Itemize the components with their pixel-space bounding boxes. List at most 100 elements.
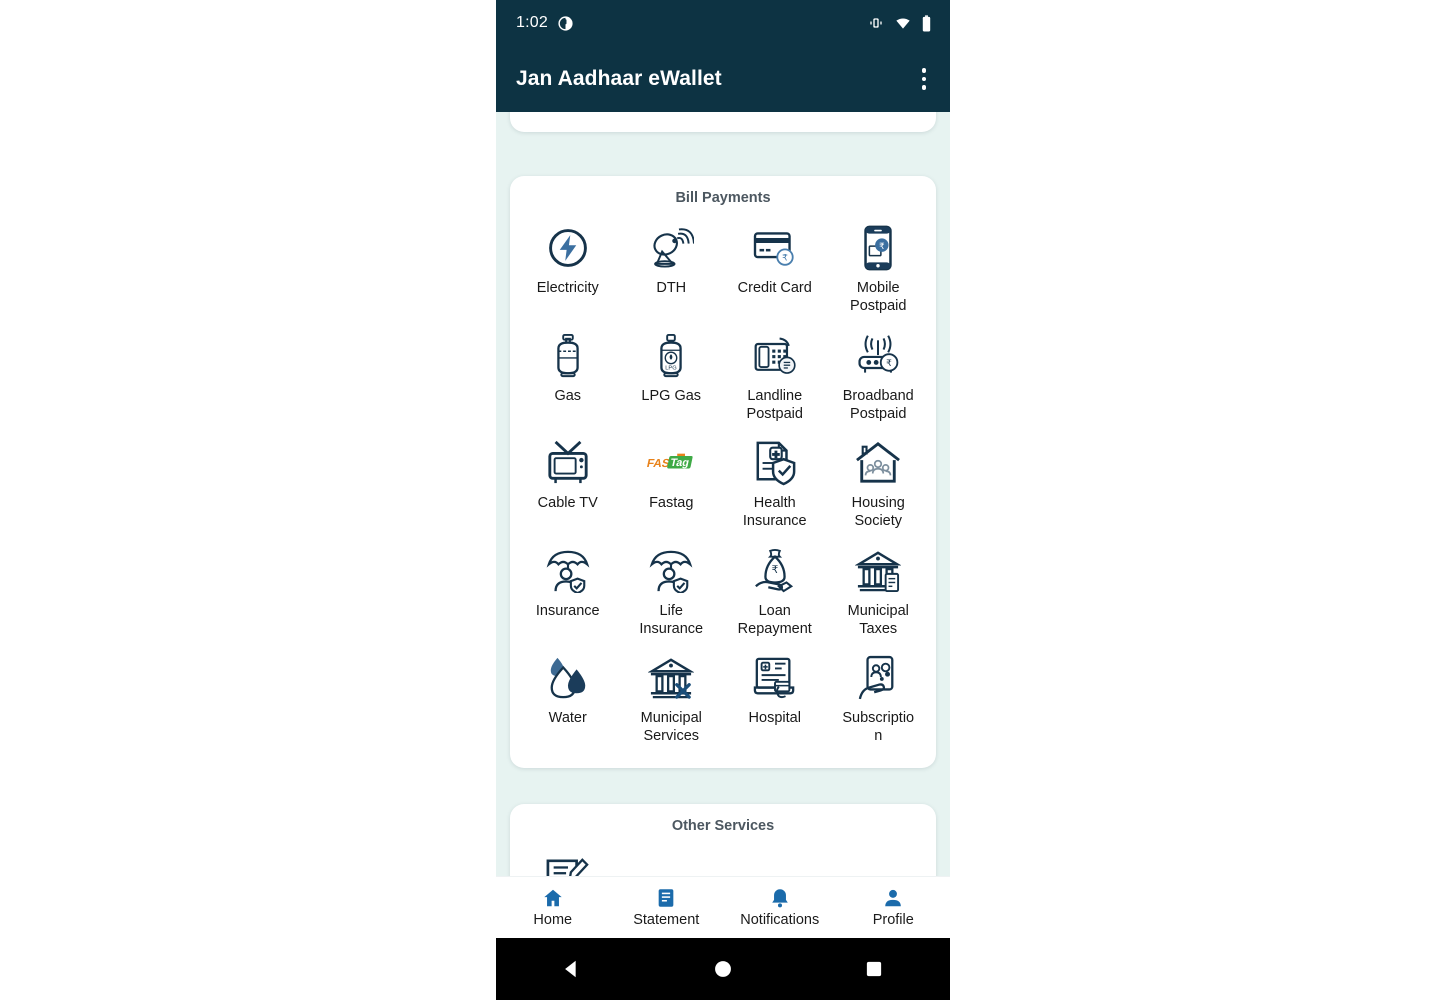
bottom-navigation: Home Statement Notifications Profile bbox=[496, 876, 950, 938]
tile-label: Credit Card bbox=[737, 280, 812, 296]
gas-cylinder-icon bbox=[540, 330, 596, 382]
fastag-logo-icon: FAS Tag bbox=[643, 437, 699, 489]
credit-card-icon: ₹ bbox=[747, 222, 803, 274]
nav-item-profile[interactable]: Profile bbox=[837, 887, 951, 928]
tile-label: Life Insurance bbox=[639, 602, 704, 637]
landline-phone-icon bbox=[747, 330, 803, 382]
umbrella-person-shield-icon bbox=[643, 545, 699, 597]
electricity-bolt-icon bbox=[540, 222, 596, 274]
tile-label: Municipal Services bbox=[640, 710, 702, 745]
status-bar-right bbox=[867, 14, 932, 32]
subscription-phone-icon bbox=[850, 652, 906, 704]
tile-label: Broadband Postpaid bbox=[842, 387, 914, 422]
tile-subscription[interactable]: Subscriptio n bbox=[827, 646, 931, 754]
triangle-back-icon bbox=[564, 960, 576, 978]
back-button[interactable] bbox=[541, 958, 603, 980]
tile-label: Water bbox=[548, 710, 587, 727]
tile-loan-repayment[interactable]: ₹ Loan Repayment bbox=[723, 539, 827, 647]
nav-item-home[interactable]: Home bbox=[496, 887, 610, 928]
tile-label: Electricity bbox=[536, 280, 599, 296]
government-building-tools-icon bbox=[643, 652, 699, 704]
status-bar-clock: 1:02 bbox=[516, 14, 548, 31]
umbrella-person-icon bbox=[540, 545, 596, 597]
notification-dot-icon bbox=[558, 15, 573, 31]
satellite-dish-icon bbox=[643, 222, 699, 274]
app-bar: Jan Aadhaar eWallet bbox=[496, 46, 950, 112]
tile-landline-postpaid[interactable]: Landline Postpaid bbox=[723, 324, 827, 432]
tile-credit-card[interactable]: ₹ Credit Card bbox=[723, 216, 827, 324]
system-navigation-bar bbox=[496, 938, 950, 1000]
tile-label: Loan Repayment bbox=[737, 602, 812, 637]
svg-text:Tag: Tag bbox=[669, 457, 690, 469]
recent-button[interactable] bbox=[843, 960, 905, 978]
government-building-receipt-icon bbox=[850, 545, 906, 597]
nav-label: Profile bbox=[872, 912, 914, 928]
circle-home-icon bbox=[715, 961, 731, 977]
nav-item-statement[interactable]: Statement bbox=[610, 887, 724, 928]
tile-label: Subscriptio n bbox=[842, 710, 915, 745]
tile-municipal-taxes[interactable]: Municipal Taxes bbox=[827, 539, 931, 647]
mobile-phone-rupee-icon: ₹ bbox=[850, 222, 906, 274]
tile-gas[interactable]: Gas bbox=[516, 324, 620, 432]
tile-label: Cable TV bbox=[537, 495, 598, 512]
wifi-icon bbox=[896, 18, 910, 29]
tile-label: Housing Society bbox=[851, 495, 905, 530]
tile-housing-society[interactable]: Housing Society bbox=[827, 431, 931, 539]
tile-health-insurance[interactable]: Health Insurance bbox=[723, 431, 827, 539]
scroll-content: Electricity Water Bill Payments Electric… bbox=[496, 112, 950, 886]
tile-label: Health Insurance bbox=[742, 495, 807, 530]
tile-label: DTH bbox=[656, 280, 687, 296]
tile-label: Insurance bbox=[535, 602, 600, 619]
lpg-cylinder-icon: LPG bbox=[643, 330, 699, 382]
home-icon bbox=[544, 889, 562, 907]
tile-fastag[interactable]: FAS Tag Fastag bbox=[620, 431, 724, 539]
hospital-card-icon bbox=[747, 652, 803, 704]
bill-payments-title: Bill Payments bbox=[675, 190, 771, 206]
tile-water[interactable]: Water bbox=[516, 646, 620, 754]
scroll-container[interactable]: Electricity Water Bill Payments Electric… bbox=[496, 112, 950, 886]
tile-label: Fastag bbox=[649, 495, 694, 512]
bell-icon bbox=[771, 889, 788, 908]
kebab-menu-icon[interactable] bbox=[918, 62, 931, 96]
wifi-router-icon: ₹ bbox=[850, 330, 906, 382]
svg-text:₹: ₹ bbox=[886, 358, 892, 368]
tile-label: Hospital bbox=[748, 710, 801, 727]
bill-payments-grid: Electricity DTH ₹ Credit Card ₹ Mobile P… bbox=[510, 216, 936, 768]
tile-broadband-postpaid[interactable]: ₹ Broadband Postpaid bbox=[827, 324, 931, 432]
home-button[interactable] bbox=[692, 959, 754, 979]
tile-lpg-gas[interactable]: LPG LPG Gas bbox=[620, 324, 724, 432]
tile-cable-tv[interactable]: Cable TV bbox=[516, 431, 620, 539]
svg-text:₹: ₹ bbox=[879, 241, 885, 251]
tile-insurance[interactable]: Insurance bbox=[516, 539, 620, 647]
tile-municipal-services[interactable]: Municipal Services bbox=[620, 646, 724, 754]
tile-electricity[interactable]: Electricity bbox=[516, 216, 620, 324]
square-recents-icon bbox=[867, 961, 882, 977]
battery-icon bbox=[922, 14, 931, 32]
person-icon bbox=[885, 889, 902, 907]
partial-quick-pay-card: Electricity Water bbox=[510, 112, 936, 132]
nav-item-notifications[interactable]: Notifications bbox=[723, 887, 837, 928]
tile-dth[interactable]: DTH bbox=[620, 216, 724, 324]
tile-label: Gas bbox=[554, 387, 582, 404]
phone-viewport: 1:02 Jan Aadhaar eWallet Bill Payments E… bbox=[496, 0, 950, 1000]
tile-life-insurance[interactable]: Life Insurance bbox=[620, 539, 724, 647]
other-services-title: Other Services bbox=[671, 817, 775, 834]
nav-label: Home bbox=[533, 912, 573, 928]
svg-text:₹: ₹ bbox=[782, 253, 788, 263]
hand-money-bag-icon: ₹ bbox=[747, 545, 803, 597]
tile-label: Mobile Postpaid bbox=[850, 280, 907, 315]
page-title: Jan Aadhaar eWallet bbox=[516, 67, 722, 90]
nav-label: Statement bbox=[633, 912, 700, 928]
document-lines-icon bbox=[658, 889, 674, 907]
svg-text:FAS: FAS bbox=[646, 457, 672, 470]
television-icon bbox=[540, 437, 596, 489]
house-people-icon bbox=[850, 437, 906, 489]
health-shield-document-icon bbox=[747, 437, 803, 489]
tile-mobile-postpaid[interactable]: ₹ Mobile Postpaid bbox=[827, 216, 931, 324]
svg-text:₹: ₹ bbox=[771, 564, 778, 576]
tile-hospital[interactable]: Hospital bbox=[723, 646, 827, 754]
screenshot-root: 1:02 Jan Aadhaar eWallet Bill Payments E… bbox=[0, 0, 1440, 1000]
nav-label: Notifications bbox=[740, 912, 820, 928]
